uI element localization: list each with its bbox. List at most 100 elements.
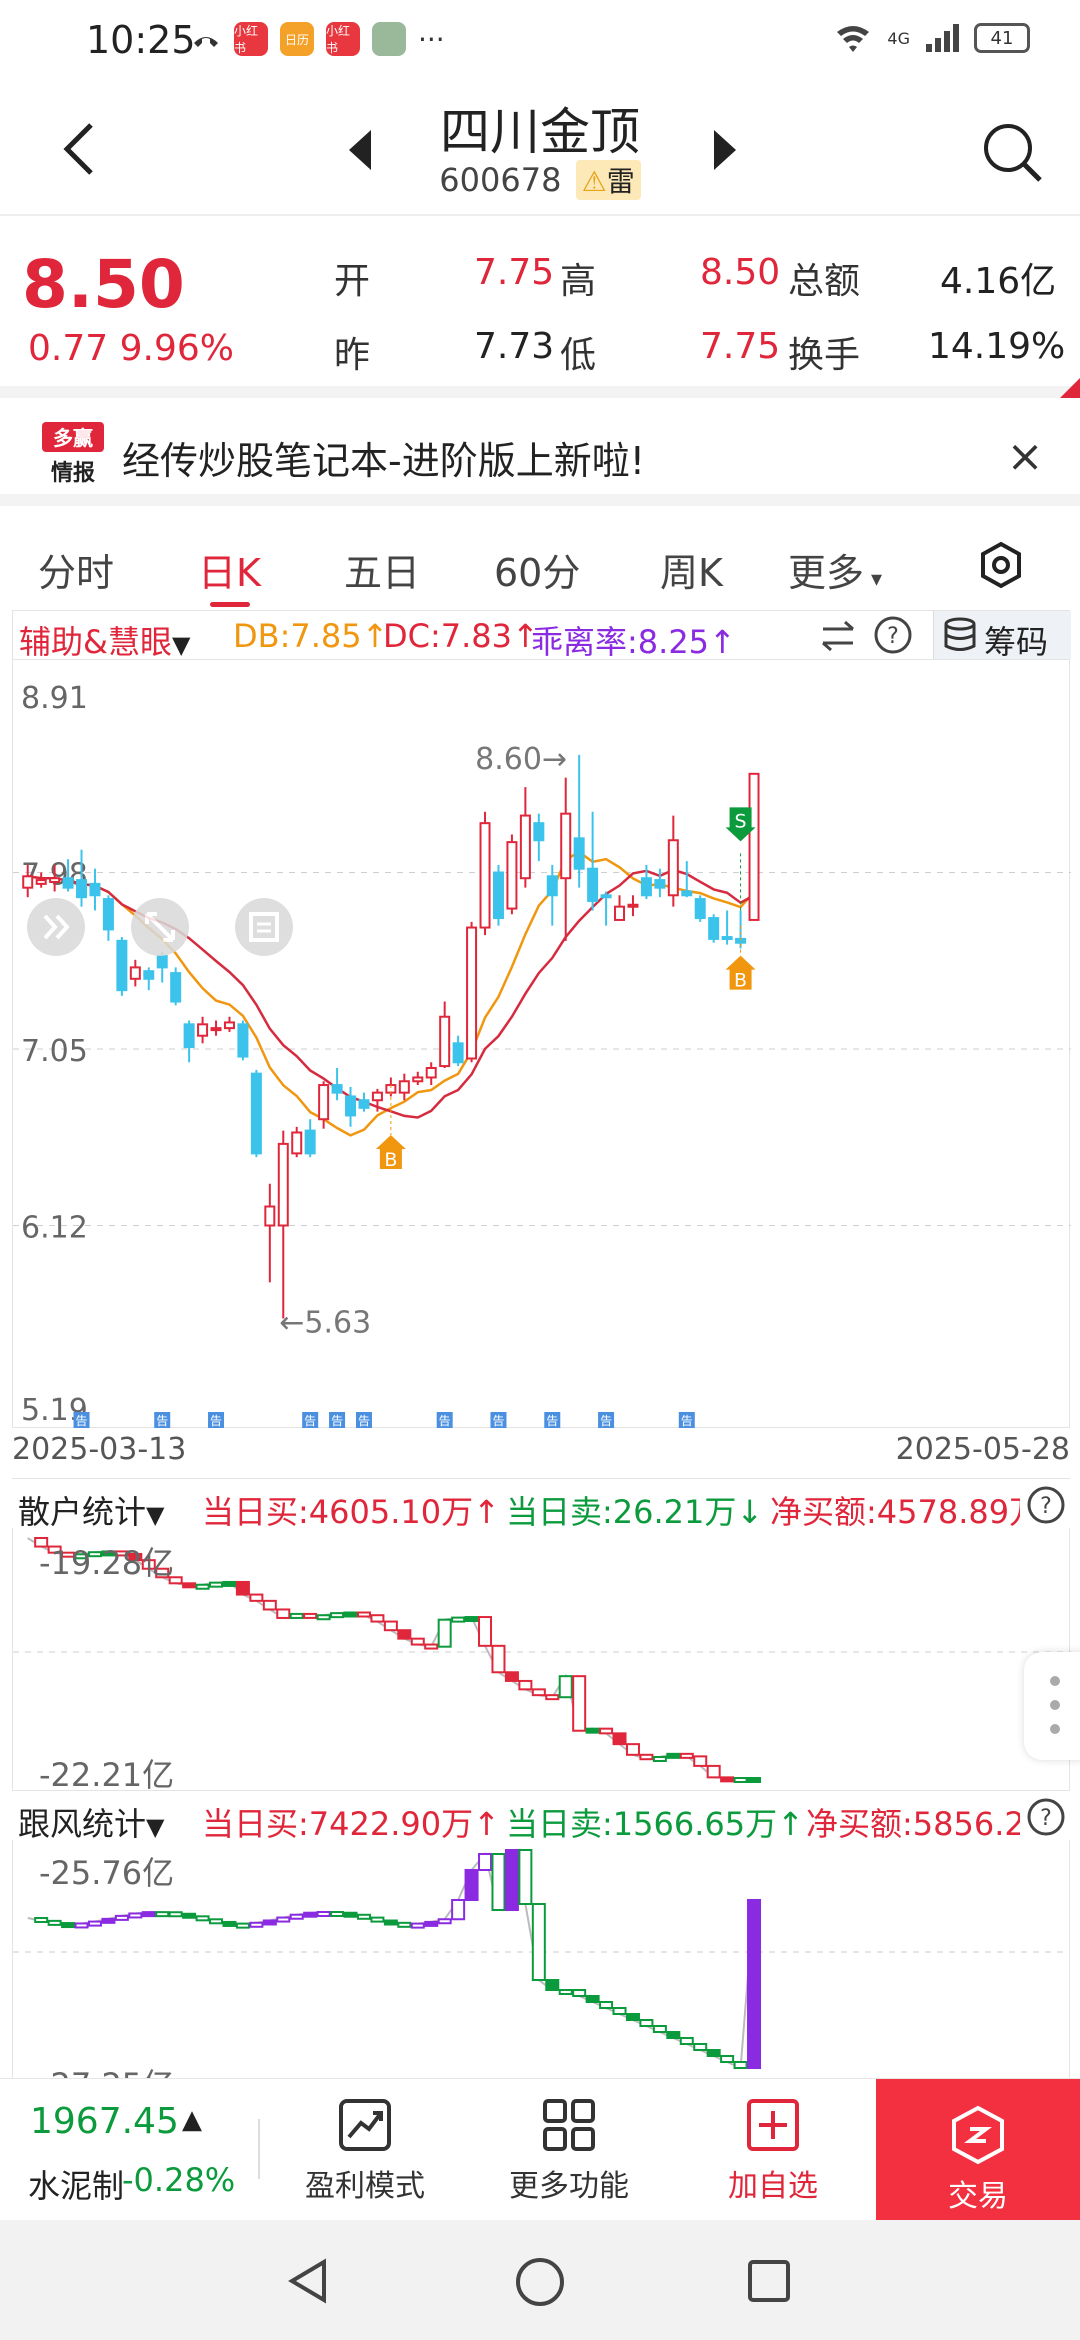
tab-weekly-k[interactable]: 周K [660,542,723,597]
double-chevron-icon [43,914,70,940]
follow-bar [693,2043,708,2051]
back-triangle-icon[interactable] [284,2256,334,2306]
notice-tag-label: 告 [210,1414,222,1428]
candle-body [694,898,706,920]
high-annotation: 8.60→ [475,742,567,777]
retail-stats-header: 散户统计▼ 当日买:4605.10万↑ 当日卖:26.21万↓ 净买额:4578… [12,1478,1070,1531]
banner-text[interactable]: 经传炒股笔记本-进阶版上新啦! [122,430,645,485]
search-icon[interactable] [980,120,1044,184]
fullscreen-button[interactable] [131,898,189,956]
candle-body [439,1015,451,1068]
more-functions-button[interactable]: 更多功能 [494,2097,644,2205]
tab-daily-k[interactable]: 日K [198,542,261,597]
trade-label: 交易 [948,2179,1008,2214]
candle-body [76,879,88,899]
notice-tag-label: 告 [331,1414,343,1428]
candle-body [546,875,558,897]
retail-bar [276,1608,291,1619]
price-change: 0.77 9.96% [28,328,234,369]
follow-bottom-label: -27.25亿 [39,2060,174,2078]
follow-bar [356,1913,371,1920]
indicator-name: 辅助&慧眼 [19,623,172,661]
retail-bar [531,1688,546,1697]
follow-bar [343,1911,358,1918]
home-circle-icon[interactable] [514,2256,566,2308]
date-axis: 2025-03-13 2025-05-28 [12,1430,1070,1478]
expand-indicators-button[interactable] [27,898,85,956]
follow-bar [330,1911,345,1918]
retail-bar [437,1618,452,1648]
retail-bar [343,1611,358,1618]
follow-stats-chart[interactable]: -25.76亿 -27.25亿 [12,1840,1070,2078]
candle-body [22,875,34,889]
retail-bar [478,1616,493,1647]
kline-chart[interactable]: 8.91 7.98 7.05 6.12 5.19 8.60→ ←5.63 B S B 告告告告告告… [12,660,1071,1428]
candle-body [681,890,693,897]
candle-body [721,936,733,941]
chips-button[interactable]: 筹码 [933,611,1071,661]
tab-five-day[interactable]: 五日 [344,542,420,597]
floating-menu-handle[interactable] [1024,1652,1080,1760]
recent-apps-icon[interactable] [746,2258,792,2304]
retail-bar [625,1743,640,1756]
trade-button[interactable]: 交易 [876,2079,1080,2221]
retail-bar [733,1777,748,1783]
retail-bar [249,1593,264,1602]
retail-stats-chart[interactable]: -19.28亿 -22.21亿 [12,1528,1071,1794]
tab-more[interactable]: 更多 ▾ [788,542,882,597]
indicator-selector[interactable]: 辅助&慧眼▼ [19,617,190,663]
dropdown-icon: ▼ [171,631,191,659]
promo-banner[interactable]: 多赢 情报 经传炒股笔记本-进阶版上新啦! × [0,410,1080,506]
follow-selector[interactable]: 跟风统计▼ [18,1799,164,1845]
retail-selector[interactable]: 散户统计▼ [18,1487,164,1533]
help-icon[interactable]: ? [873,615,913,655]
follow-bar [666,2031,681,2039]
follow-bar [410,1922,425,1929]
follow-bar [155,1911,170,1918]
last-price: 8.50 [22,246,185,323]
retail-bar [370,1614,385,1623]
retail-bar [545,1694,560,1701]
settings-icon[interactable] [976,540,1026,590]
date-end: 2025-05-28 [895,1432,1070,1467]
candle-body [640,877,652,897]
tab-timeshare[interactable]: 分时 [38,542,114,597]
candle-body [627,903,639,908]
next-stock-icon[interactable] [710,128,740,172]
follow-buy: 当日买:7422.90万↑ [202,1805,500,1843]
candle-body [318,1084,330,1121]
svg-text:?: ? [1040,1494,1052,1519]
help-icon[interactable]: ? [1026,1797,1066,1837]
profit-mode-label: 盈利模式 [305,2169,425,2204]
retail-bar [262,1599,277,1611]
signal-icon [926,24,959,52]
follow-bar [383,1919,398,1926]
banner-logo-top: 多赢 [53,426,93,450]
candle-body [277,1142,289,1227]
add-watchlist-button[interactable]: 加自选 [698,2097,848,2205]
more-notifications-icon: ··· [418,22,445,56]
index-name: 水泥制 [28,2167,125,2205]
close-icon[interactable]: × [1000,432,1050,482]
candle-body [116,939,128,992]
dc-value: DC:7.83↑ [383,617,539,655]
index-arrow-icon: ▲ [182,2105,202,2135]
candle-body [143,970,155,980]
calendar-icon: 日历 [280,22,314,56]
follow-bar [558,1989,573,1995]
switch-icon[interactable] [819,619,859,653]
system-status: 4G 41 [833,22,1030,54]
drawing-tool-button[interactable] [235,898,293,956]
follow-bar [652,2025,667,2033]
risk-badge[interactable]: ⚠雷 [575,160,641,200]
follow-panel-name: 跟风统计 [18,1805,147,1843]
candle-body [667,839,679,897]
tab-60-min[interactable]: 60分 [494,542,580,597]
help-icon[interactable]: ? [1026,1485,1066,1525]
candle-body [358,1099,370,1109]
low-annotation: ←5.63 [279,1305,371,1340]
profit-mode-button[interactable]: 盈利模式 [290,2097,440,2205]
candle-body [466,926,478,1060]
notice-tag-label: 告 [600,1414,612,1428]
candle-body [264,1205,276,1227]
